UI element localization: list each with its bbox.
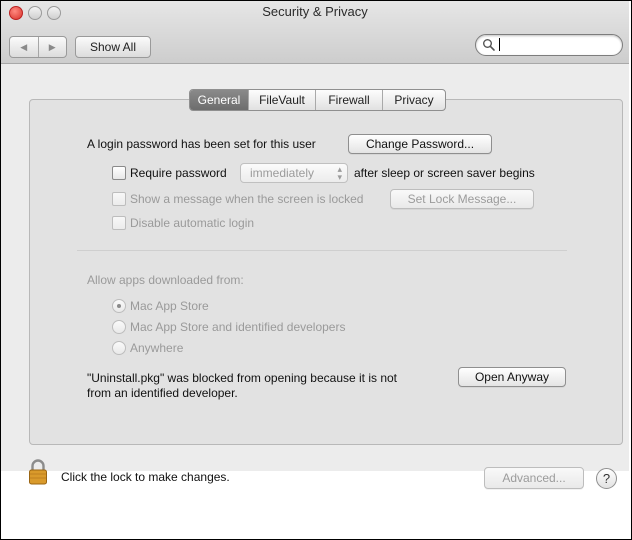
tab-general[interactable]: General <box>190 90 248 110</box>
show-message-label: Show a message when the screen is locked <box>130 192 364 206</box>
radio-anywhere-label: Anywhere <box>130 341 184 355</box>
radio-anywhere[interactable] <box>112 341 126 355</box>
login-password-text: A login password has been set for this u… <box>87 137 316 151</box>
search-input[interactable] <box>498 36 616 52</box>
search-icon <box>483 39 495 51</box>
disable-auto-login-checkbox[interactable] <box>112 216 126 230</box>
tab-privacy[interactable]: Privacy <box>382 90 445 110</box>
tab-firewall[interactable]: Firewall <box>315 90 382 110</box>
require-password-label: Require password <box>130 166 227 180</box>
select-value: immediately <box>250 166 315 180</box>
show-message-checkbox[interactable] <box>112 192 126 206</box>
radio-identified-developers-label: Mac App Store and identified developers <box>130 320 346 334</box>
show-all-button[interactable]: Show All <box>75 36 151 58</box>
radio-identified-developers[interactable] <box>112 320 126 334</box>
lock-instruction-text: Click the lock to make changes. <box>61 470 230 484</box>
require-password-delay-select[interactable]: immediately ▴ ▾ <box>240 163 348 183</box>
disable-auto-login-label: Disable automatic login <box>130 216 255 230</box>
back-forward-control: ◀ ▶ <box>9 36 67 58</box>
help-icon: ? <box>602 471 611 486</box>
change-password-button[interactable]: Change Password... <box>348 134 492 154</box>
radio-mac-app-store[interactable] <box>112 299 126 313</box>
blocked-message-line1: "Uninstall.pkg" was blocked from opening… <box>87 371 398 385</box>
tab-bar: General FileVault Firewall Privacy <box>189 89 446 111</box>
open-anyway-button[interactable]: Open Anyway <box>458 367 566 387</box>
toolbar: Security & Privacy ◀ ▶ Show All <box>1 1 629 64</box>
require-password-checkbox[interactable] <box>112 166 126 180</box>
set-lock-message-button[interactable]: Set Lock Message... <box>390 189 534 209</box>
section-divider <box>77 250 567 251</box>
back-button[interactable]: ◀ <box>10 37 38 57</box>
radio-selected-dot <box>117 304 121 308</box>
stepper-arrows-icon: ▴ ▾ <box>337 164 342 182</box>
advanced-button[interactable]: Advanced... <box>484 467 584 489</box>
text-cursor <box>499 38 500 51</box>
tab-filevault[interactable]: FileVault <box>248 90 315 110</box>
search-field[interactable] <box>475 34 623 56</box>
radio-mac-app-store-label: Mac App Store <box>130 299 209 313</box>
forward-button[interactable]: ▶ <box>37 37 67 57</box>
padlock-icon[interactable] <box>28 458 48 486</box>
help-button[interactable]: ? <box>596 468 617 489</box>
window-title: Security & Privacy <box>262 4 368 19</box>
security-privacy-window: Security & Privacy ◀ ▶ Show All General … <box>1 1 629 471</box>
allow-apps-heading: Allow apps downloaded from: <box>87 273 244 287</box>
blocked-message-line2: from an identified developer. <box>87 386 238 400</box>
after-sleep-text: after sleep or screen saver begins <box>354 166 535 180</box>
